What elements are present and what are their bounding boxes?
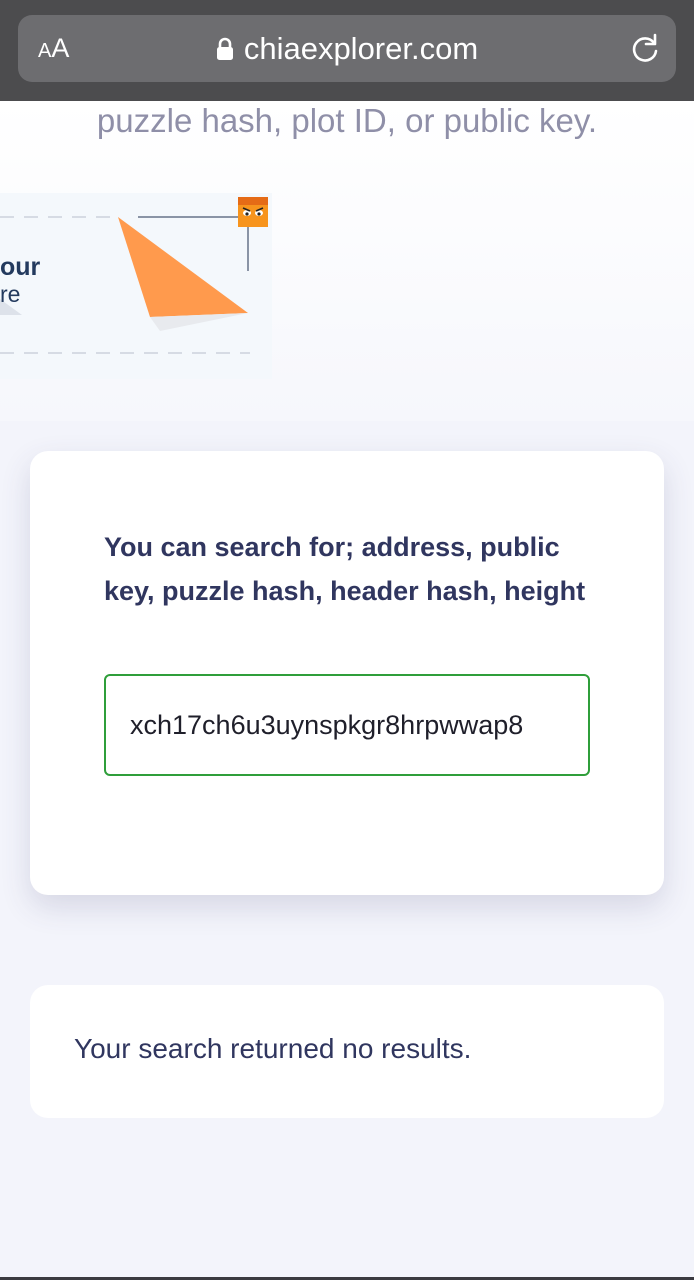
search-label: You can search for; address, public key,…: [104, 532, 586, 606]
paper-plane-illustration: [0, 197, 268, 354]
no-results-message: Your search returned no results.: [74, 1033, 472, 1064]
lock-icon: [216, 37, 233, 60]
angry-face-icon: [238, 197, 268, 227]
banner-text-line-2: re: [0, 281, 21, 307]
banner-text-line-1: our: [0, 253, 41, 281]
page-subtitle: puzzle hash, plot ID, or public key.: [96, 102, 598, 139]
search-card: You can search for; address, public key,…: [30, 451, 664, 895]
address-bar[interactable]: AA chiaexplorer.com: [18, 15, 676, 82]
reload-icon[interactable]: [628, 32, 662, 66]
search-input[interactable]: [104, 674, 590, 776]
url-text[interactable]: chiaexplorer.com: [244, 31, 478, 67]
browser-toolbar: AA chiaexplorer.com: [0, 0, 694, 101]
results-card: Your search returned no results.: [30, 985, 664, 1118]
promo-banner[interactable]: our re: [0, 193, 272, 379]
